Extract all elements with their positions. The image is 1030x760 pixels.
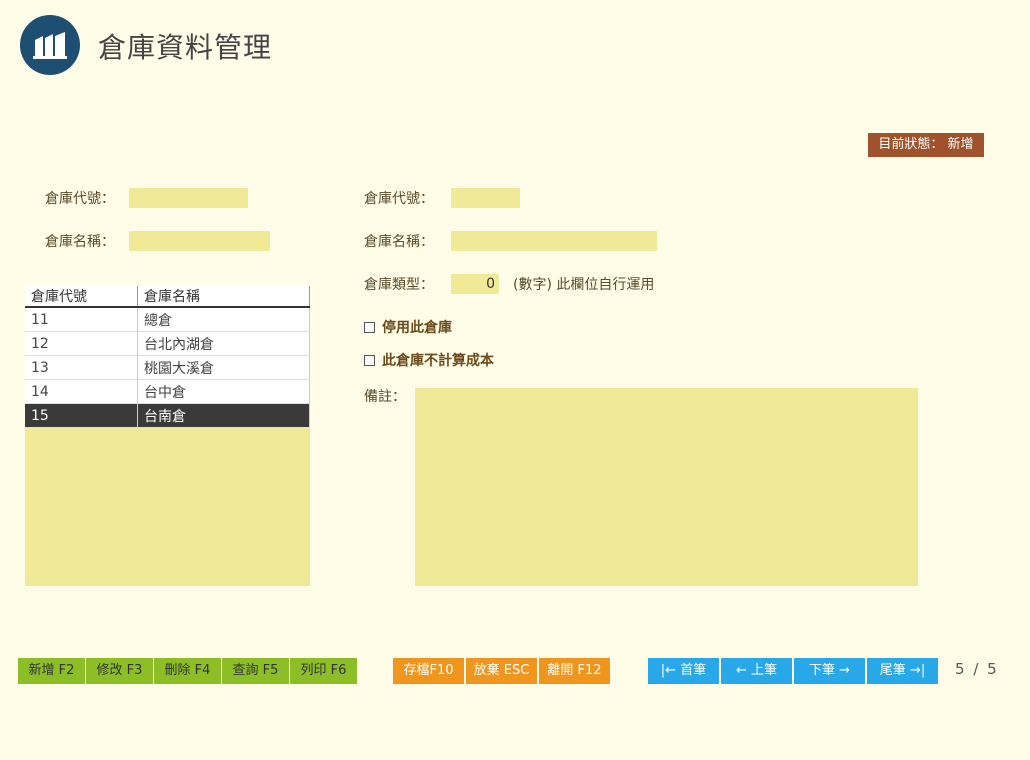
form-type-label: 倉庫類型： [364,277,434,293]
cell-name: 台南倉 [137,403,310,428]
memo-textarea[interactable] [415,388,922,590]
print-button[interactable]: 列印 F6 [290,658,357,684]
pager-current: 5 [955,660,967,678]
nocost-checkbox[interactable]: 此倉庫不計算成本 [364,350,494,370]
delete-button[interactable]: 刪除 F4 [154,658,221,684]
checkbox-box[interactable] [364,321,375,333]
checkbox-box[interactable] [364,354,375,366]
cell-name: 桃園大溪倉 [137,355,310,380]
cell-code: 14 [25,379,138,404]
disable-checkbox[interactable]: 停用此倉庫 [364,317,452,337]
table-row[interactable]: 11 總倉 [25,307,310,332]
col-header-code[interactable]: 倉庫代號 [25,286,138,308]
cell-code: 11 [25,307,138,332]
first-record-button[interactable]: |← 首筆 [648,658,719,684]
pager-total: 5 [987,660,999,678]
warehouse-list[interactable]: 倉庫代號 倉庫名稱 11 總倉 12 台北內湖倉 13 桃園大溪倉 14 台中倉 [25,286,310,586]
form-name-input[interactable] [451,231,657,251]
table-row[interactable]: 12 台北內湖倉 [25,331,310,356]
last-record-button[interactable]: 尾筆 →| [867,658,938,684]
cell-code: 12 [25,331,138,356]
pager-sep: / [973,660,981,678]
edit-button[interactable]: 修改 F3 [86,658,153,684]
cancel-button[interactable]: 放棄 ESC [466,658,537,684]
search-code-input[interactable] [129,188,248,208]
form-type-hint: (數字) 此欄位自行運用 [513,277,655,293]
next-record-button[interactable]: 下筆 → [794,658,865,684]
form-type-input[interactable] [451,274,499,294]
disable-checkbox-label: 停用此倉庫 [382,320,452,336]
warehouse-icon [33,32,67,59]
col-header-name[interactable]: 倉庫名稱 [137,286,310,308]
record-pager: 5 / 5 [955,660,999,678]
search-code-label: 倉庫代號： [45,191,115,207]
form-code-input[interactable] [451,188,520,208]
cell-name: 台北內湖倉 [137,331,310,356]
cell-code: 13 [25,355,138,380]
page-title: 倉庫資料管理 [98,31,273,64]
form-name-label: 倉庫名稱： [364,234,434,250]
form-code-label: 倉庫代號： [364,191,434,207]
cell-name: 總倉 [137,307,310,332]
table-header-row: 倉庫代號 倉庫名稱 [25,286,310,308]
memo-label: 備註： [364,389,406,405]
search-name-input[interactable] [129,231,270,251]
cell-name: 台中倉 [137,379,310,404]
table-row[interactable]: 13 桃園大溪倉 [25,355,310,380]
table-row-selected[interactable]: 15 台南倉 [25,403,310,428]
app-logo [20,15,80,75]
warehouse-table: 倉庫代號 倉庫名稱 11 總倉 12 台北內湖倉 13 桃園大溪倉 14 台中倉 [25,286,310,428]
exit-button[interactable]: 離開 F12 [539,658,610,684]
table-row[interactable]: 14 台中倉 [25,379,310,404]
query-button[interactable]: 查詢 F5 [222,658,289,684]
cell-code: 15 [25,403,138,428]
add-button[interactable]: 新增 F2 [18,658,85,684]
prev-record-button[interactable]: ← 上筆 [721,658,792,684]
search-name-label: 倉庫名稱： [45,234,115,250]
save-button[interactable]: 存檔F10 [393,658,464,684]
status-badge: 目前狀態： 新增 [868,133,984,157]
nocost-checkbox-label: 此倉庫不計算成本 [382,353,494,369]
